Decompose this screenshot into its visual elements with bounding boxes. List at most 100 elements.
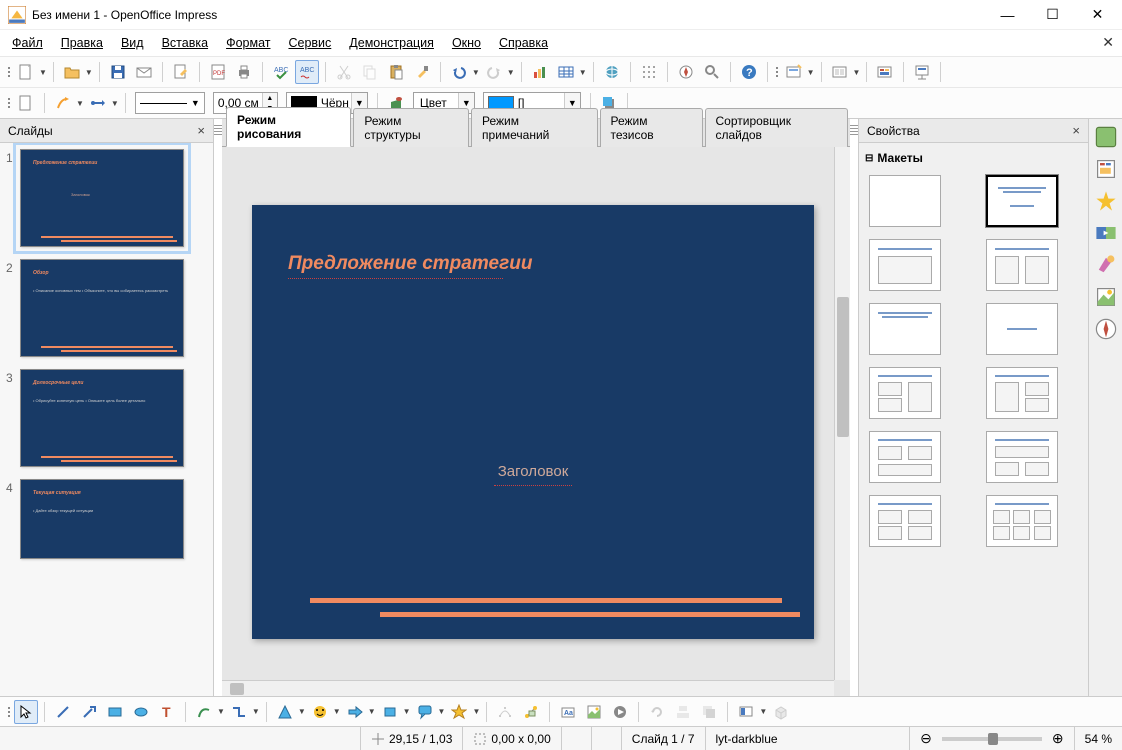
- undo-dropdown[interactable]: ▼: [472, 68, 480, 77]
- open-dropdown[interactable]: ▼: [85, 68, 93, 77]
- block-arrows-tool[interactable]: [343, 700, 367, 724]
- export-pdf-button[interactable]: PDF: [206, 60, 230, 84]
- zoom-out-button[interactable]: ⊖: [920, 730, 932, 747]
- new-dropdown[interactable]: ▼: [39, 68, 47, 77]
- slide-thumbnail-1[interactable]: Предложение стратегии Заголовок: [20, 149, 184, 247]
- table-button[interactable]: [554, 60, 578, 84]
- slide-thumbnail-3[interactable]: Долгосрочные цели • Обрисуйте конечную ц…: [20, 369, 184, 467]
- layout-three-b[interactable]: [986, 367, 1058, 419]
- minimize-button[interactable]: —: [985, 1, 1030, 29]
- slide-subtitle-text[interactable]: Заголовок: [498, 463, 569, 480]
- paste-button[interactable]: [384, 60, 408, 84]
- horizontal-scrollbar[interactable]: [222, 680, 834, 696]
- basic-shapes-tool[interactable]: [273, 700, 297, 724]
- rotate-tool[interactable]: [645, 700, 669, 724]
- save-button[interactable]: [106, 60, 130, 84]
- menu-view[interactable]: Вид: [113, 33, 152, 53]
- toolbar-grip-4[interactable]: [6, 707, 12, 717]
- toolbar-grip-2[interactable]: [774, 67, 780, 77]
- canvas-area[interactable]: Предложение стратегии Заголовок: [222, 147, 850, 696]
- layout-six[interactable]: [986, 495, 1058, 547]
- stars-tool[interactable]: [447, 700, 471, 724]
- slide-canvas[interactable]: Предложение стратегии Заголовок: [252, 205, 814, 639]
- tab-outline[interactable]: Режим структуры: [353, 108, 469, 147]
- insert-slide-tool[interactable]: [734, 700, 758, 724]
- line-tool[interactable]: [51, 700, 75, 724]
- vertical-scrollbar[interactable]: [834, 147, 850, 680]
- line-endings-dropdown[interactable]: ▼: [111, 99, 119, 108]
- help-button[interactable]: ?: [737, 60, 761, 84]
- connector-tool[interactable]: [227, 700, 251, 724]
- grid-button[interactable]: [637, 60, 661, 84]
- layout-two-content[interactable]: [986, 239, 1058, 291]
- menu-insert[interactable]: Вставка: [154, 33, 216, 53]
- copy-button[interactable]: [358, 60, 382, 84]
- slide-thumbnail-2[interactable]: Обзор • Описание основных тем • Объяснит…: [20, 259, 184, 357]
- cut-button[interactable]: [332, 60, 356, 84]
- slide-layout-button[interactable]: [828, 60, 852, 84]
- slides-panel-close[interactable]: ×: [197, 123, 205, 138]
- auto-spellcheck-button[interactable]: ABC: [295, 60, 319, 84]
- tab-handout[interactable]: Режим тезисов: [600, 108, 703, 147]
- arrange-tool[interactable]: [697, 700, 721, 724]
- extrusion-tool[interactable]: [769, 700, 793, 724]
- layout-three-c[interactable]: [869, 431, 941, 483]
- presentation-button[interactable]: [910, 60, 934, 84]
- select-tool[interactable]: [14, 700, 38, 724]
- menu-edit[interactable]: Правка: [53, 33, 111, 53]
- sidebar-gallery-icon[interactable]: [1094, 285, 1118, 309]
- menu-file[interactable]: Файл: [4, 33, 51, 53]
- maximize-button[interactable]: ☐: [1030, 1, 1075, 29]
- curve-tool[interactable]: [192, 700, 216, 724]
- hyperlink-button[interactable]: [600, 60, 624, 84]
- sidebar-custom-animation-icon[interactable]: [1094, 189, 1118, 213]
- table-dropdown[interactable]: ▼: [579, 68, 587, 77]
- toolbar-grip-3[interactable]: [6, 98, 12, 108]
- rectangle-tool[interactable]: [103, 700, 127, 724]
- toolbar-grip[interactable]: [6, 67, 12, 77]
- new-button[interactable]: [14, 60, 38, 84]
- layouts-header[interactable]: ⊟Макеты: [865, 147, 1082, 169]
- arrow-style-dropdown[interactable]: ▼: [76, 99, 84, 108]
- gluepoints-tool[interactable]: [519, 700, 543, 724]
- tab-notes[interactable]: Режим примечаний: [471, 108, 597, 147]
- line-style-select[interactable]: ▼: [135, 92, 205, 114]
- callouts-tool[interactable]: [413, 700, 437, 724]
- slide-design-button[interactable]: [782, 60, 806, 84]
- slide-master-button[interactable]: [873, 60, 897, 84]
- navigator-button[interactable]: [674, 60, 698, 84]
- layout-blank[interactable]: [869, 175, 941, 227]
- open-button[interactable]: [60, 60, 84, 84]
- layout-four[interactable]: [869, 495, 941, 547]
- layout-centered[interactable]: [986, 303, 1058, 355]
- properties-panel-close[interactable]: ×: [1072, 123, 1080, 138]
- align-tool[interactable]: [671, 700, 695, 724]
- email-button[interactable]: [132, 60, 156, 84]
- status-zoom-value[interactable]: 54 %: [1074, 727, 1122, 750]
- tab-sorter[interactable]: Сортировщик слайдов: [705, 108, 849, 147]
- undo-button[interactable]: [447, 60, 471, 84]
- zoom-button[interactable]: [700, 60, 724, 84]
- layout-title-content[interactable]: [869, 239, 941, 291]
- close-button[interactable]: ✕: [1075, 1, 1120, 29]
- sidebar-slide-transition-icon[interactable]: [1094, 221, 1118, 245]
- document-close-button[interactable]: ✕: [1102, 34, 1114, 51]
- menu-window[interactable]: Окно: [444, 33, 489, 53]
- fontwork-tool[interactable]: Aa: [556, 700, 580, 724]
- symbol-shapes-tool[interactable]: [308, 700, 332, 724]
- line-endings-button[interactable]: [86, 91, 110, 115]
- edit-file-button[interactable]: [169, 60, 193, 84]
- arrow-style-button[interactable]: [51, 91, 75, 115]
- layout-three-d[interactable]: [986, 431, 1058, 483]
- points-edit-tool[interactable]: [493, 700, 517, 724]
- slide-thumbnail-4[interactable]: Текущая ситуация • Дайте обзор текущей с…: [20, 479, 184, 559]
- spellcheck-button[interactable]: ABC: [269, 60, 293, 84]
- sidebar-masterpages-icon[interactable]: [1094, 157, 1118, 181]
- zoom-in-button[interactable]: ⊕: [1052, 730, 1064, 747]
- tab-drawing[interactable]: Режим рисования: [226, 107, 351, 147]
- redo-dropdown[interactable]: ▼: [507, 68, 515, 77]
- layout-three-a[interactable]: [869, 367, 941, 419]
- redo-button[interactable]: [482, 60, 506, 84]
- menu-tools[interactable]: Сервис: [280, 33, 339, 53]
- insert-av-tool[interactable]: [608, 700, 632, 724]
